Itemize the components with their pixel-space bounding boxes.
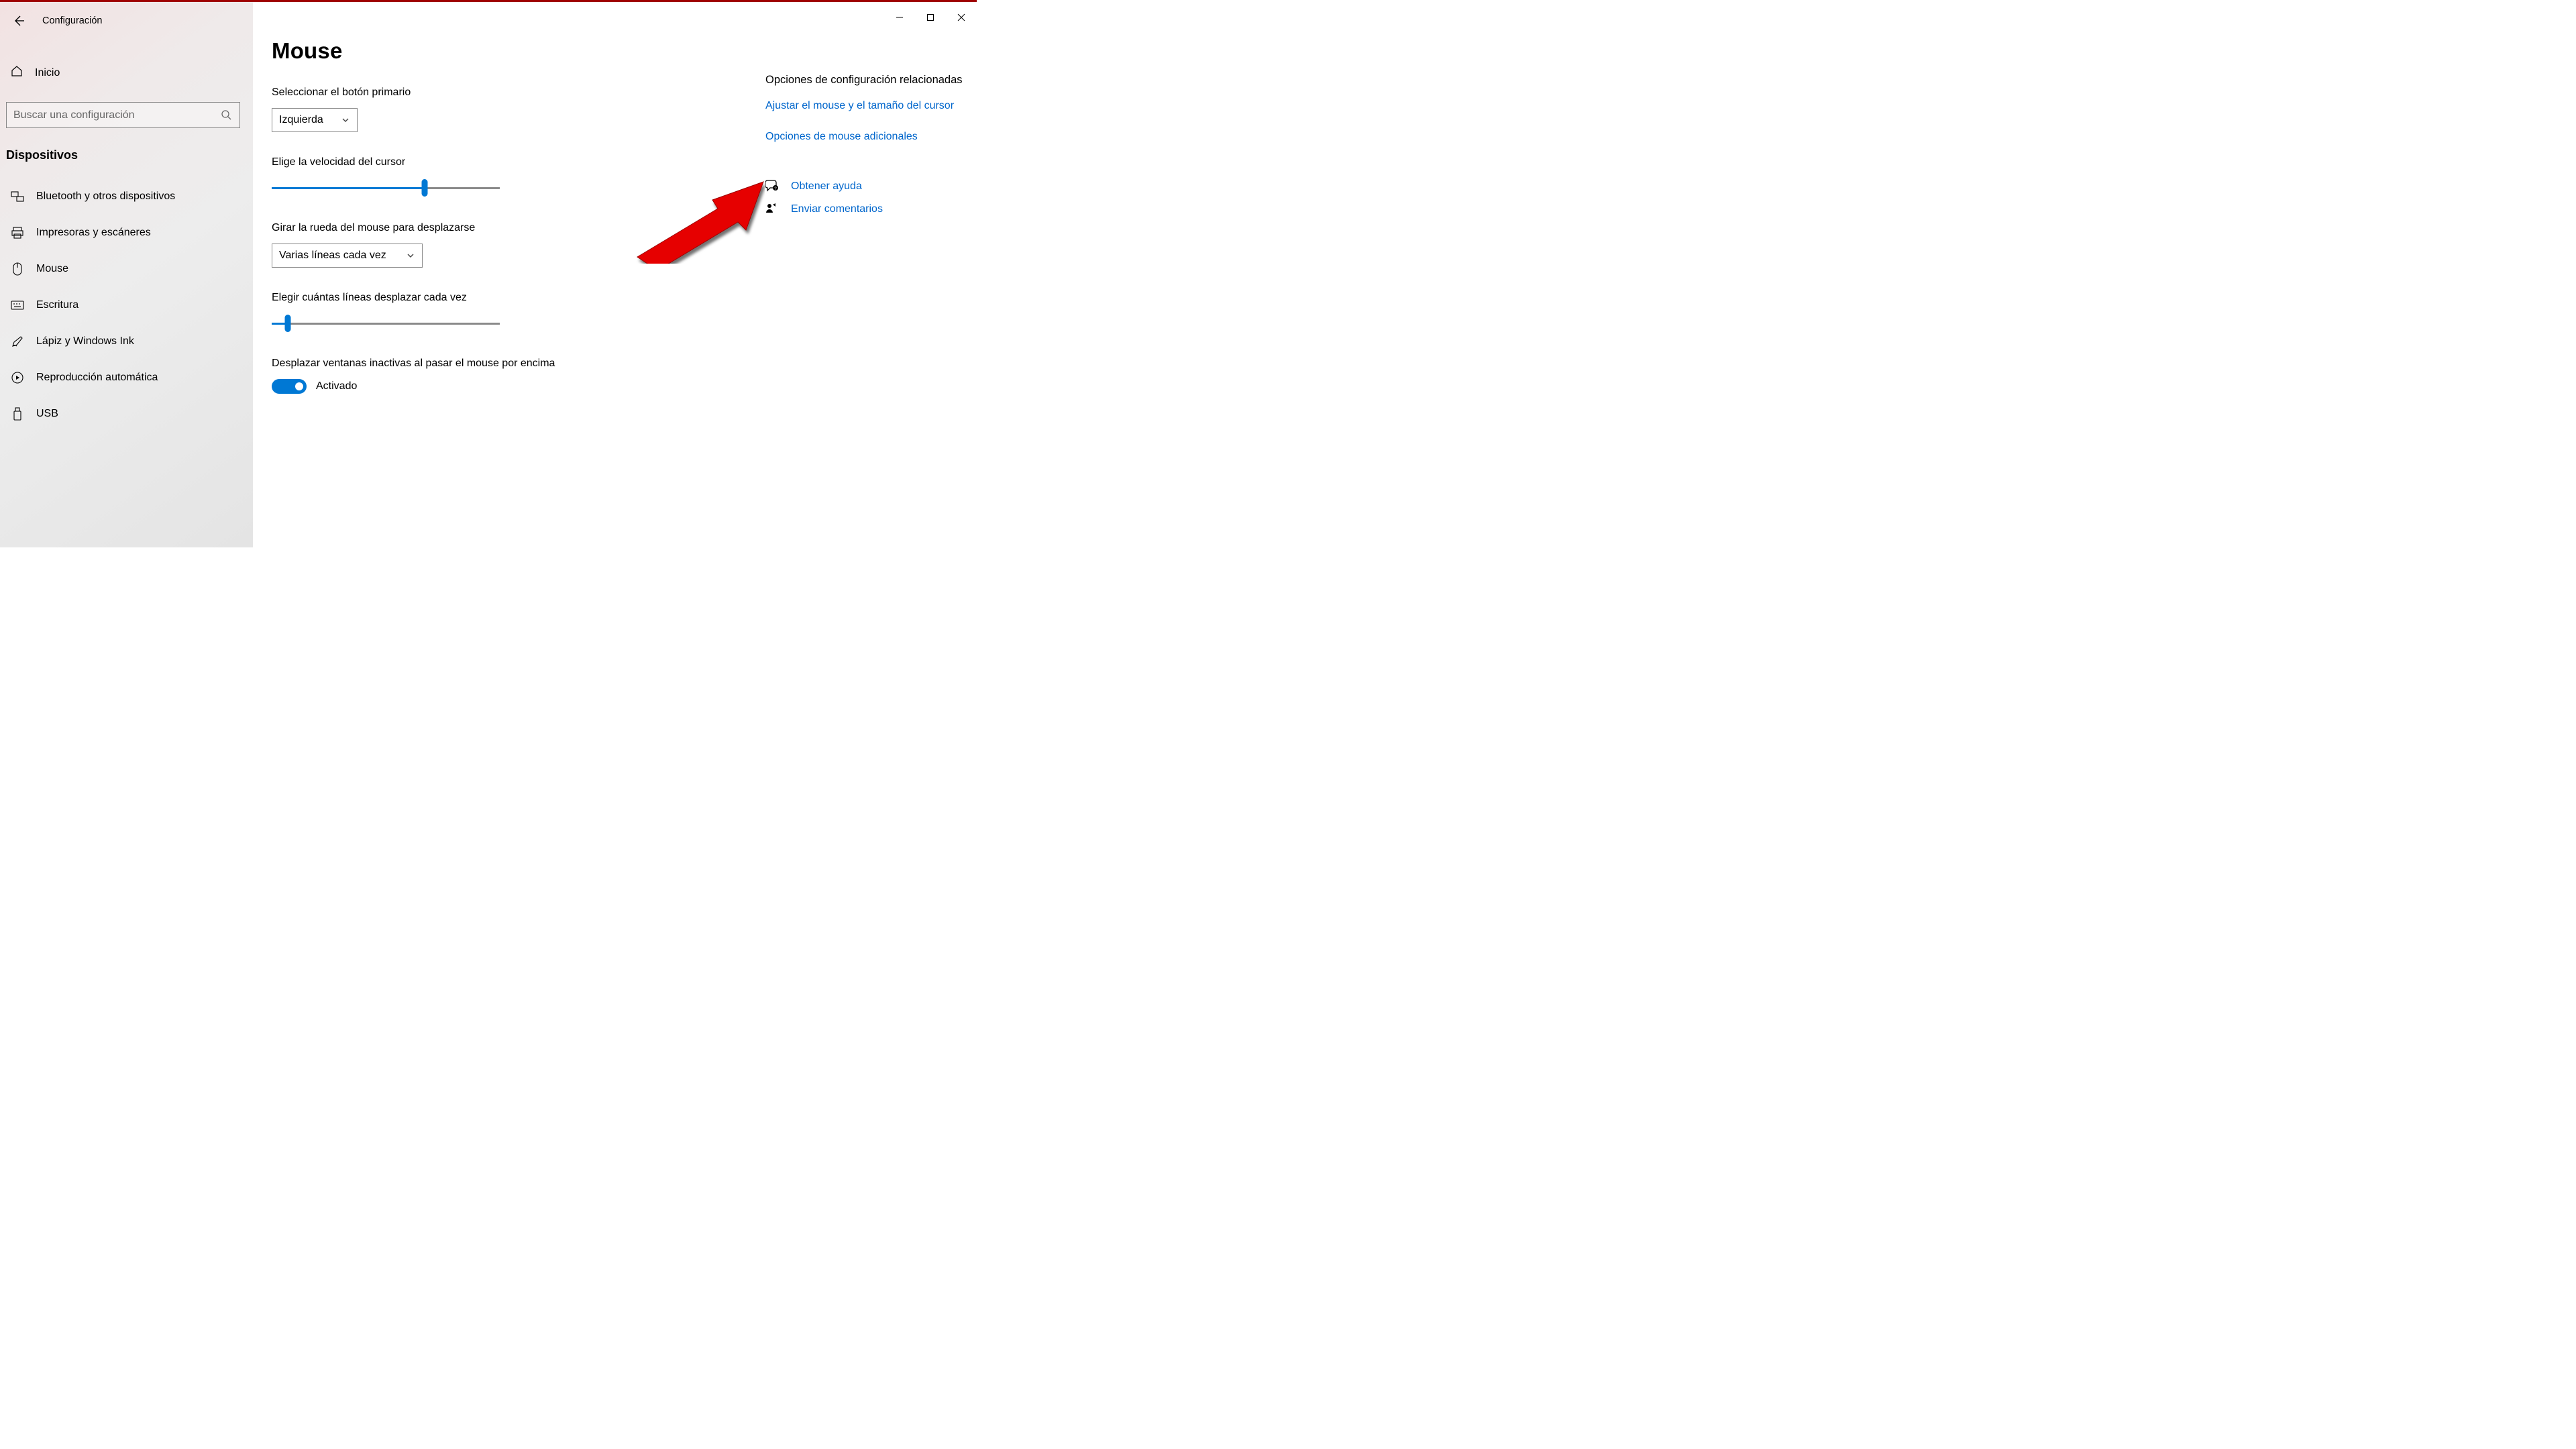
primary-button-setting: Seleccionar el botón primario Izquierda — [272, 87, 755, 132]
slider-thumb[interactable] — [421, 179, 427, 197]
printer-icon — [11, 226, 24, 239]
autoplay-icon — [11, 371, 24, 384]
inactive-scroll-toggle[interactable] — [272, 379, 307, 394]
usb-icon — [11, 407, 24, 421]
help-row-get-help: ? Obtener ayuda — [765, 180, 967, 193]
cursor-speed-slider[interactable] — [272, 178, 500, 198]
lines-per-scroll-label: Elegir cuántas líneas desplazar cada vez — [272, 292, 755, 304]
settings-window: Configuración Inicio Dispositivos — [0, 0, 977, 547]
feedback-icon — [765, 203, 779, 216]
bluetooth-devices-icon — [11, 190, 24, 203]
category-label: Dispositivos — [6, 148, 253, 162]
sidebar-item-label: Reproducción automática — [36, 372, 158, 384]
sidebar-item-usb[interactable]: USB — [0, 396, 253, 432]
nav-list: Bluetooth y otros dispositivos Impresora… — [0, 178, 253, 432]
feedback-link[interactable]: Enviar comentarios — [791, 203, 883, 215]
sidebar-item-label: Escritura — [36, 299, 78, 311]
chevron-down-icon — [341, 115, 350, 125]
maximize-button[interactable] — [915, 2, 946, 32]
home-icon — [11, 65, 23, 80]
home-label: Inicio — [35, 67, 60, 79]
sidebar-item-mouse[interactable]: Mouse — [0, 251, 253, 287]
slider-fill — [272, 187, 425, 189]
slider-thumb[interactable] — [284, 315, 290, 332]
related-link-adjust-cursor[interactable]: Ajustar el mouse y el tamaño del cursor — [765, 98, 967, 114]
settings-panel: Mouse Seleccionar el botón primario Izqu… — [272, 38, 755, 527]
related-link-additional-mouse-options[interactable]: Opciones de mouse adicionales — [765, 129, 967, 145]
lines-per-scroll-slider[interactable] — [272, 313, 500, 333]
lines-per-scroll-setting: Elegir cuántas líneas desplazar cada vez — [272, 292, 755, 333]
main-content: Mouse Seleccionar el botón primario Izqu… — [253, 2, 977, 547]
chevron-down-icon — [406, 251, 415, 260]
slider-track — [272, 323, 500, 325]
wheel-scroll-dropdown[interactable]: Varias líneas cada vez — [272, 244, 423, 268]
sidebar-item-label: Bluetooth y otros dispositivos — [36, 191, 175, 203]
related-heading: Opciones de configuración relacionadas — [765, 72, 967, 89]
cursor-speed-label: Elige la velocidad del cursor — [272, 156, 755, 168]
primary-button-label: Seleccionar el botón primario — [272, 87, 755, 99]
pen-icon — [11, 335, 24, 348]
app-title: Configuración — [42, 15, 102, 26]
wheel-scroll-setting: Girar la rueda del mouse para desplazars… — [272, 222, 755, 268]
help-icon: ? — [765, 180, 779, 193]
cursor-speed-setting: Elige la velocidad del cursor — [272, 156, 755, 198]
page-title: Mouse — [272, 38, 755, 64]
slider-track — [272, 187, 500, 189]
sidebar: Configuración Inicio Dispositivos — [0, 2, 253, 547]
sidebar-item-pen[interactable]: Lápiz y Windows Ink — [0, 323, 253, 360]
search-icon — [221, 109, 233, 121]
back-button[interactable] — [5, 7, 32, 34]
search-input[interactable] — [13, 109, 221, 121]
toggle-knob — [295, 382, 303, 390]
search-box[interactable] — [6, 102, 240, 128]
help-row-feedback: Enviar comentarios — [765, 203, 967, 216]
dropdown-value: Varias líneas cada vez — [279, 250, 386, 262]
related-panel: Opciones de configuración relacionadas A… — [765, 38, 967, 527]
sidebar-item-label: Lápiz y Windows Ink — [36, 335, 134, 347]
primary-button-dropdown[interactable]: Izquierda — [272, 108, 358, 132]
inactive-scroll-label: Desplazar ventanas inactivas al pasar el… — [272, 358, 755, 370]
inactive-scroll-setting: Desplazar ventanas inactivas al pasar el… — [272, 358, 755, 394]
sidebar-item-printers[interactable]: Impresoras y escáneres — [0, 215, 253, 251]
close-button[interactable] — [946, 2, 977, 32]
sidebar-top: Configuración — [0, 7, 253, 34]
sidebar-item-bluetooth[interactable]: Bluetooth y otros dispositivos — [0, 178, 253, 215]
sidebar-item-label: Impresoras y escáneres — [36, 227, 151, 239]
inactive-scroll-toggle-row: Activado — [272, 379, 755, 394]
get-help-link[interactable]: Obtener ayuda — [791, 180, 862, 193]
sidebar-item-label: Mouse — [36, 263, 68, 275]
toggle-state-label: Activado — [316, 380, 357, 392]
mouse-icon — [11, 262, 24, 276]
window-controls — [884, 2, 977, 32]
sidebar-item-typing[interactable]: Escritura — [0, 287, 253, 323]
sidebar-item-home[interactable]: Inicio — [0, 56, 253, 90]
keyboard-icon — [11, 299, 24, 312]
sidebar-item-autoplay[interactable]: Reproducción automática — [0, 360, 253, 396]
dropdown-value: Izquierda — [279, 114, 323, 126]
minimize-button[interactable] — [884, 2, 915, 32]
sidebar-item-label: USB — [36, 408, 58, 420]
wheel-scroll-label: Girar la rueda del mouse para desplazars… — [272, 222, 755, 234]
